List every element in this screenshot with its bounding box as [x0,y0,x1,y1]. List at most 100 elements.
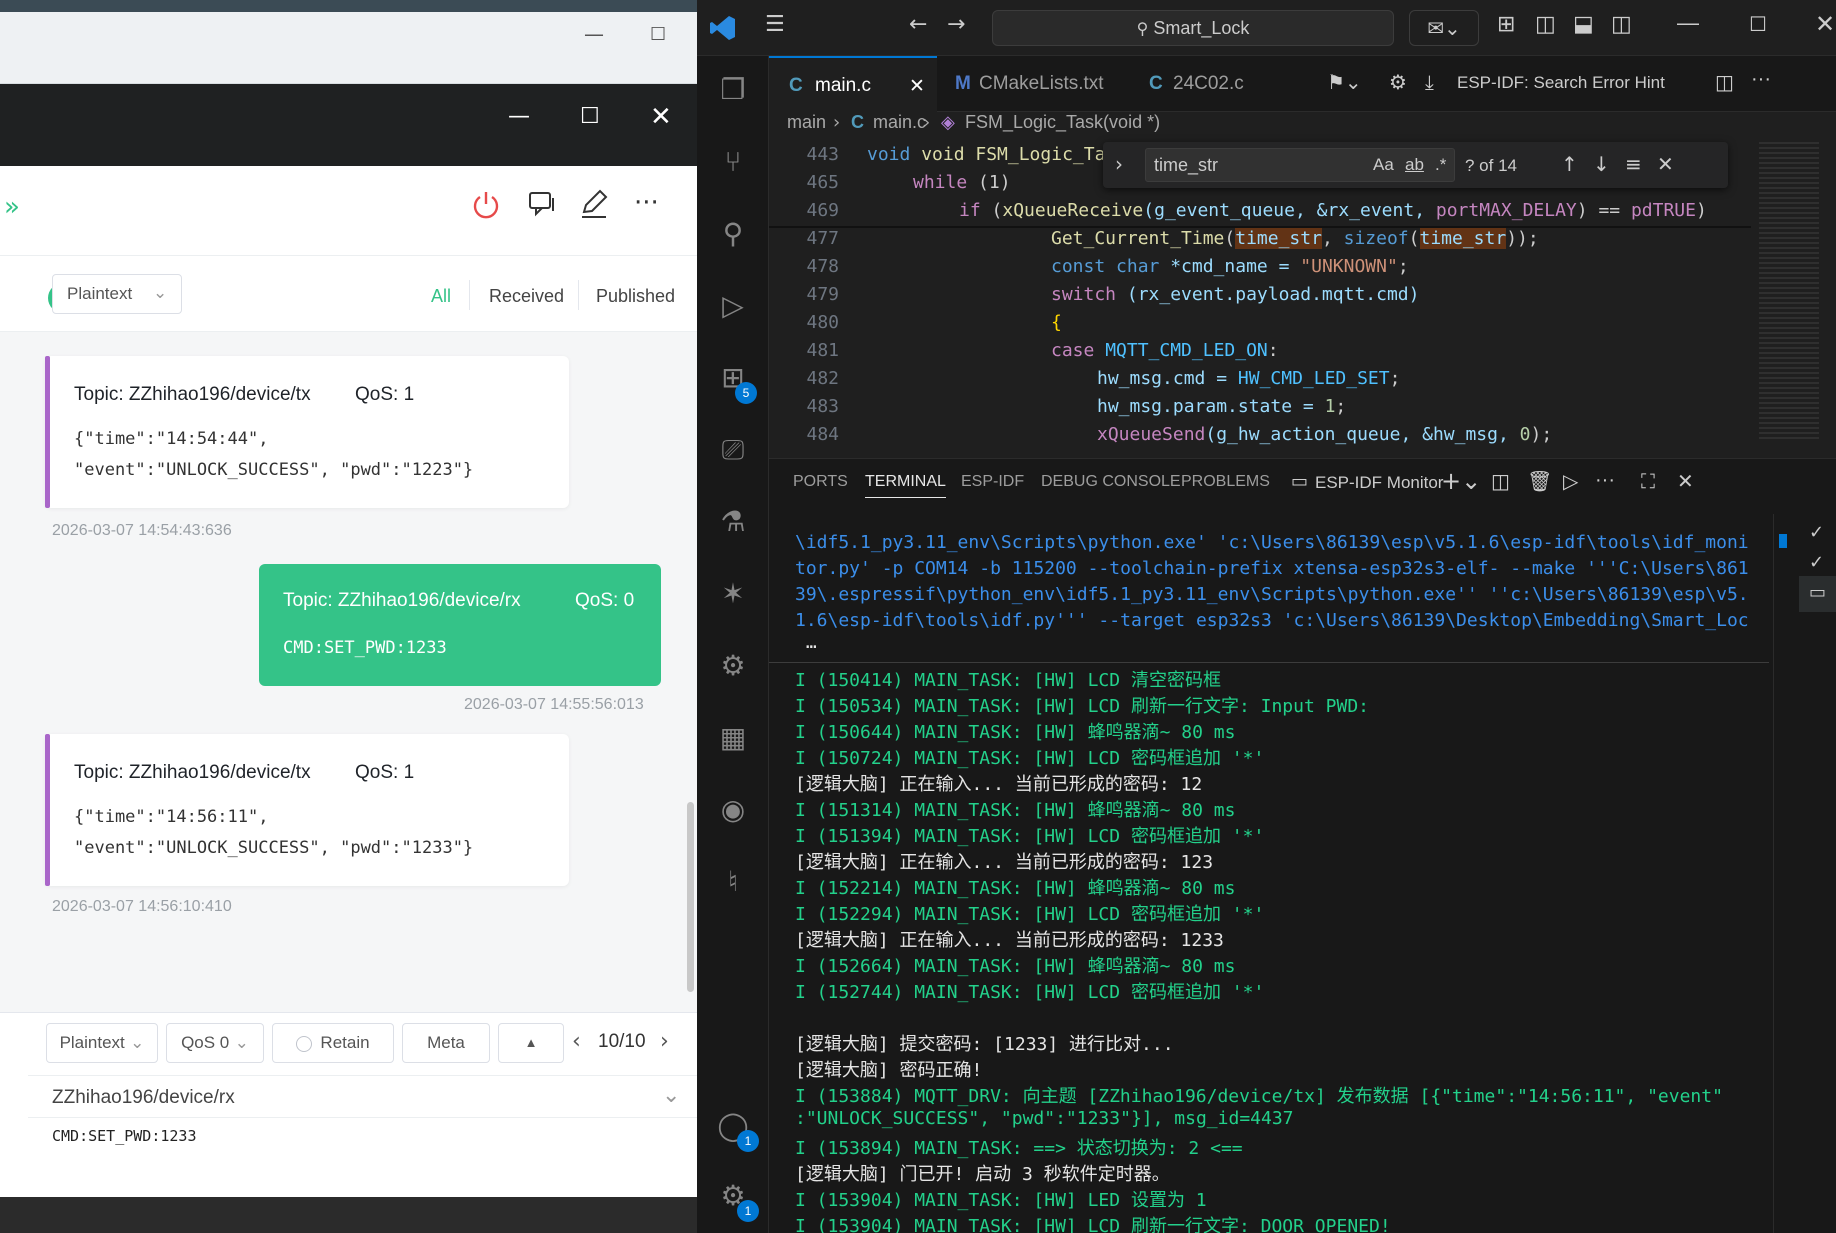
more-icon[interactable]: ··· [634,188,659,218]
terminal-list-item[interactable]: ▭ [1799,576,1836,612]
copilot-chat-icon[interactable]: ✉⌄ [1409,10,1479,46]
forward-arrow-icon[interactable]: → [947,12,965,37]
breadcrumb-folder[interactable]: main [787,112,826,133]
qos-select[interactable]: QoS 0 ⌄ [166,1023,264,1063]
close-icon[interactable]: ✕ [909,58,925,114]
received-message-card[interactable]: Topic: ZZhihao196/device/tx QoS: 1 {"tim… [45,356,569,508]
code-token: if [959,200,981,221]
cmake-icon[interactable]: ⚙ [713,646,753,686]
minimap[interactable] [1751,136,1836,458]
python-icon[interactable]: ♮ [713,862,753,902]
received-message-card[interactable]: Topic: ZZhihao196/device/tx QoS: 1 {"tim… [45,734,569,886]
esp-idf-search-error-hint[interactable]: ESP-IDF: Search Error Hint [1457,73,1665,93]
filter-tab-all[interactable]: All [431,286,451,307]
tab-cmakelists[interactable]: M CMakeLists.txt [937,56,1133,112]
terminal-icon: ▭ [1809,582,1827,603]
terminal[interactable]: \idf5.1_py3.11_env\Scripts\python.exe' '… [769,514,1836,1233]
code-token: const char [1051,256,1160,277]
run-debug-icon[interactable]: ▷ [713,286,753,326]
edit-icon[interactable] [578,188,610,220]
broadcast-icon[interactable]: ◉ [713,790,753,830]
chevron-down-icon[interactable]: ⌄ [662,1083,680,1108]
new-terminal-icon[interactable]: +⌄ [1441,467,1481,495]
collapse-chevrons-icon[interactable]: » [4,192,20,222]
breadcrumb-symbol[interactable]: FSM_Logic_Task(void *) [965,112,1160,133]
minimize-icon[interactable]: — [508,104,530,129]
debug-run-icon[interactable]: ⚑⌄ [1327,70,1362,94]
next-page-icon[interactable]: › [660,1029,669,1054]
esp-idf-icon[interactable]: ✶ [713,574,753,614]
regex-toggle[interactable]: .* [1435,155,1446,175]
search-icon[interactable]: ⚲ [713,214,753,254]
next-match-icon[interactable]: ↓ [1593,152,1610,176]
chat-icon[interactable] [526,188,558,220]
maximize-icon[interactable]: ☐ [580,104,600,129]
close-icon[interactable]: ✕ [1815,10,1835,38]
maximize-icon[interactable]: ☐ [1749,12,1767,36]
code-token: *cmd_name = [1159,256,1301,277]
maximize-panel-icon[interactable]: ⛶ [1641,469,1655,493]
match-word-toggle[interactable]: ab [1405,155,1424,175]
meta-button[interactable]: Meta [402,1023,490,1063]
menu-icon[interactable]: ☰ [765,12,785,37]
prev-page-icon[interactable]: ‹ [572,1029,581,1054]
layout-grid-icon[interactable]: ⊞ [1497,12,1515,37]
find-match: time_str [1419,228,1507,249]
code-line: Get_Current_Time(time_str, sizeof(time_s… [1051,228,1539,249]
find-in-selection-icon[interactable]: ≡ [1625,152,1642,176]
tab-main-c[interactable]: C main.c ✕ [769,56,937,112]
previous-match-icon[interactable]: ↑ [1561,152,1578,176]
breadcrumb-file[interactable]: main.c [873,112,926,133]
payload-format-select[interactable]: Plaintext ⌄ [46,1023,158,1063]
flash-download-icon[interactable]: ⤓ [1425,70,1434,94]
close-icon[interactable]: ✕ [650,102,672,132]
format-select[interactable]: Plaintext ⌄ [52,274,182,314]
toggle-panel-icon[interactable]: ⬓ [1573,12,1594,37]
back-arrow-icon[interactable]: ← [909,12,927,37]
tab-debug-console[interactable]: DEBUG CONSOLE [1041,473,1181,491]
testing-icon[interactable]: ⚗ [713,502,753,542]
remote-explorer-icon[interactable]: ⎚ [713,430,753,470]
power-icon[interactable] [470,188,502,220]
split-editor-icon[interactable]: ◫ [1715,70,1734,94]
tab-24c02-c[interactable]: C 24C02.c [1133,56,1293,112]
expand-up-icon[interactable]: ▲ [498,1023,564,1063]
filter-tab-published[interactable]: Published [596,286,675,307]
more-actions-icon[interactable]: ··· [1595,469,1615,492]
code-token: xQueueSend [1097,424,1206,445]
run-icon[interactable]: ▷ [1563,469,1578,493]
minimize-icon[interactable]: — [1677,10,1699,36]
minimize-icon[interactable]: — [584,22,604,46]
settings-gear-icon[interactable]: ⚙ [1389,70,1407,94]
tab-terminal[interactable]: TERMINAL [865,473,946,498]
explorer-icon[interactable]: ❐ [713,70,753,110]
message-list-scrollbar[interactable] [687,802,694,992]
more-actions-icon[interactable]: ··· [1751,68,1771,91]
line-number: 483 [806,396,839,417]
retain-checkbox[interactable]: Retain [272,1023,394,1063]
published-message-card[interactable]: Topic: ZZhihao196/device/rx QoS: 0 CMD:S… [259,564,661,686]
trash-icon[interactable]: 🗑 [1527,469,1552,493]
maximize-icon[interactable]: ☐ [650,24,666,45]
payload-editor[interactable]: CMD:SET_PWD:1233 [52,1127,197,1145]
code-token: while [913,172,968,193]
tab-problems[interactable]: PROBLEMS [1181,473,1270,491]
topic-input[interactable]: ZZhihao196/device/rx [52,1087,235,1109]
terminal-selector[interactable]: ESP-IDF Monitor [1315,473,1443,493]
source-control-icon[interactable]: ⑂ [713,142,753,182]
close-icon[interactable]: ✕ [1657,152,1674,176]
split-terminal-icon[interactable]: ◫ [1491,469,1510,493]
close-icon[interactable]: ✕ [1677,469,1694,493]
command-center-search[interactable]: ⚲ Smart_Lock [992,10,1394,46]
filter-tab-received[interactable]: Received [489,286,564,307]
terminal-line: I (153884) MQTT_DRV: 向主题 [ZZhihao196/dev… [795,1086,1723,1107]
check-icon[interactable]: ✓ [1809,552,1824,573]
toggle-replace-icon[interactable]: › [1115,152,1123,176]
match-case-toggle[interactable]: Aa [1373,155,1394,175]
chip-icon[interactable]: ▦ [713,718,753,758]
toggle-secondary-sidebar-icon[interactable]: ◫ [1611,12,1632,37]
tab-ports[interactable]: PORTS [793,473,848,491]
toggle-sidebar-icon[interactable]: ◫ [1535,12,1556,37]
check-icon[interactable]: ✓ [1809,522,1824,543]
tab-esp-idf[interactable]: ESP-IDF [961,473,1024,491]
